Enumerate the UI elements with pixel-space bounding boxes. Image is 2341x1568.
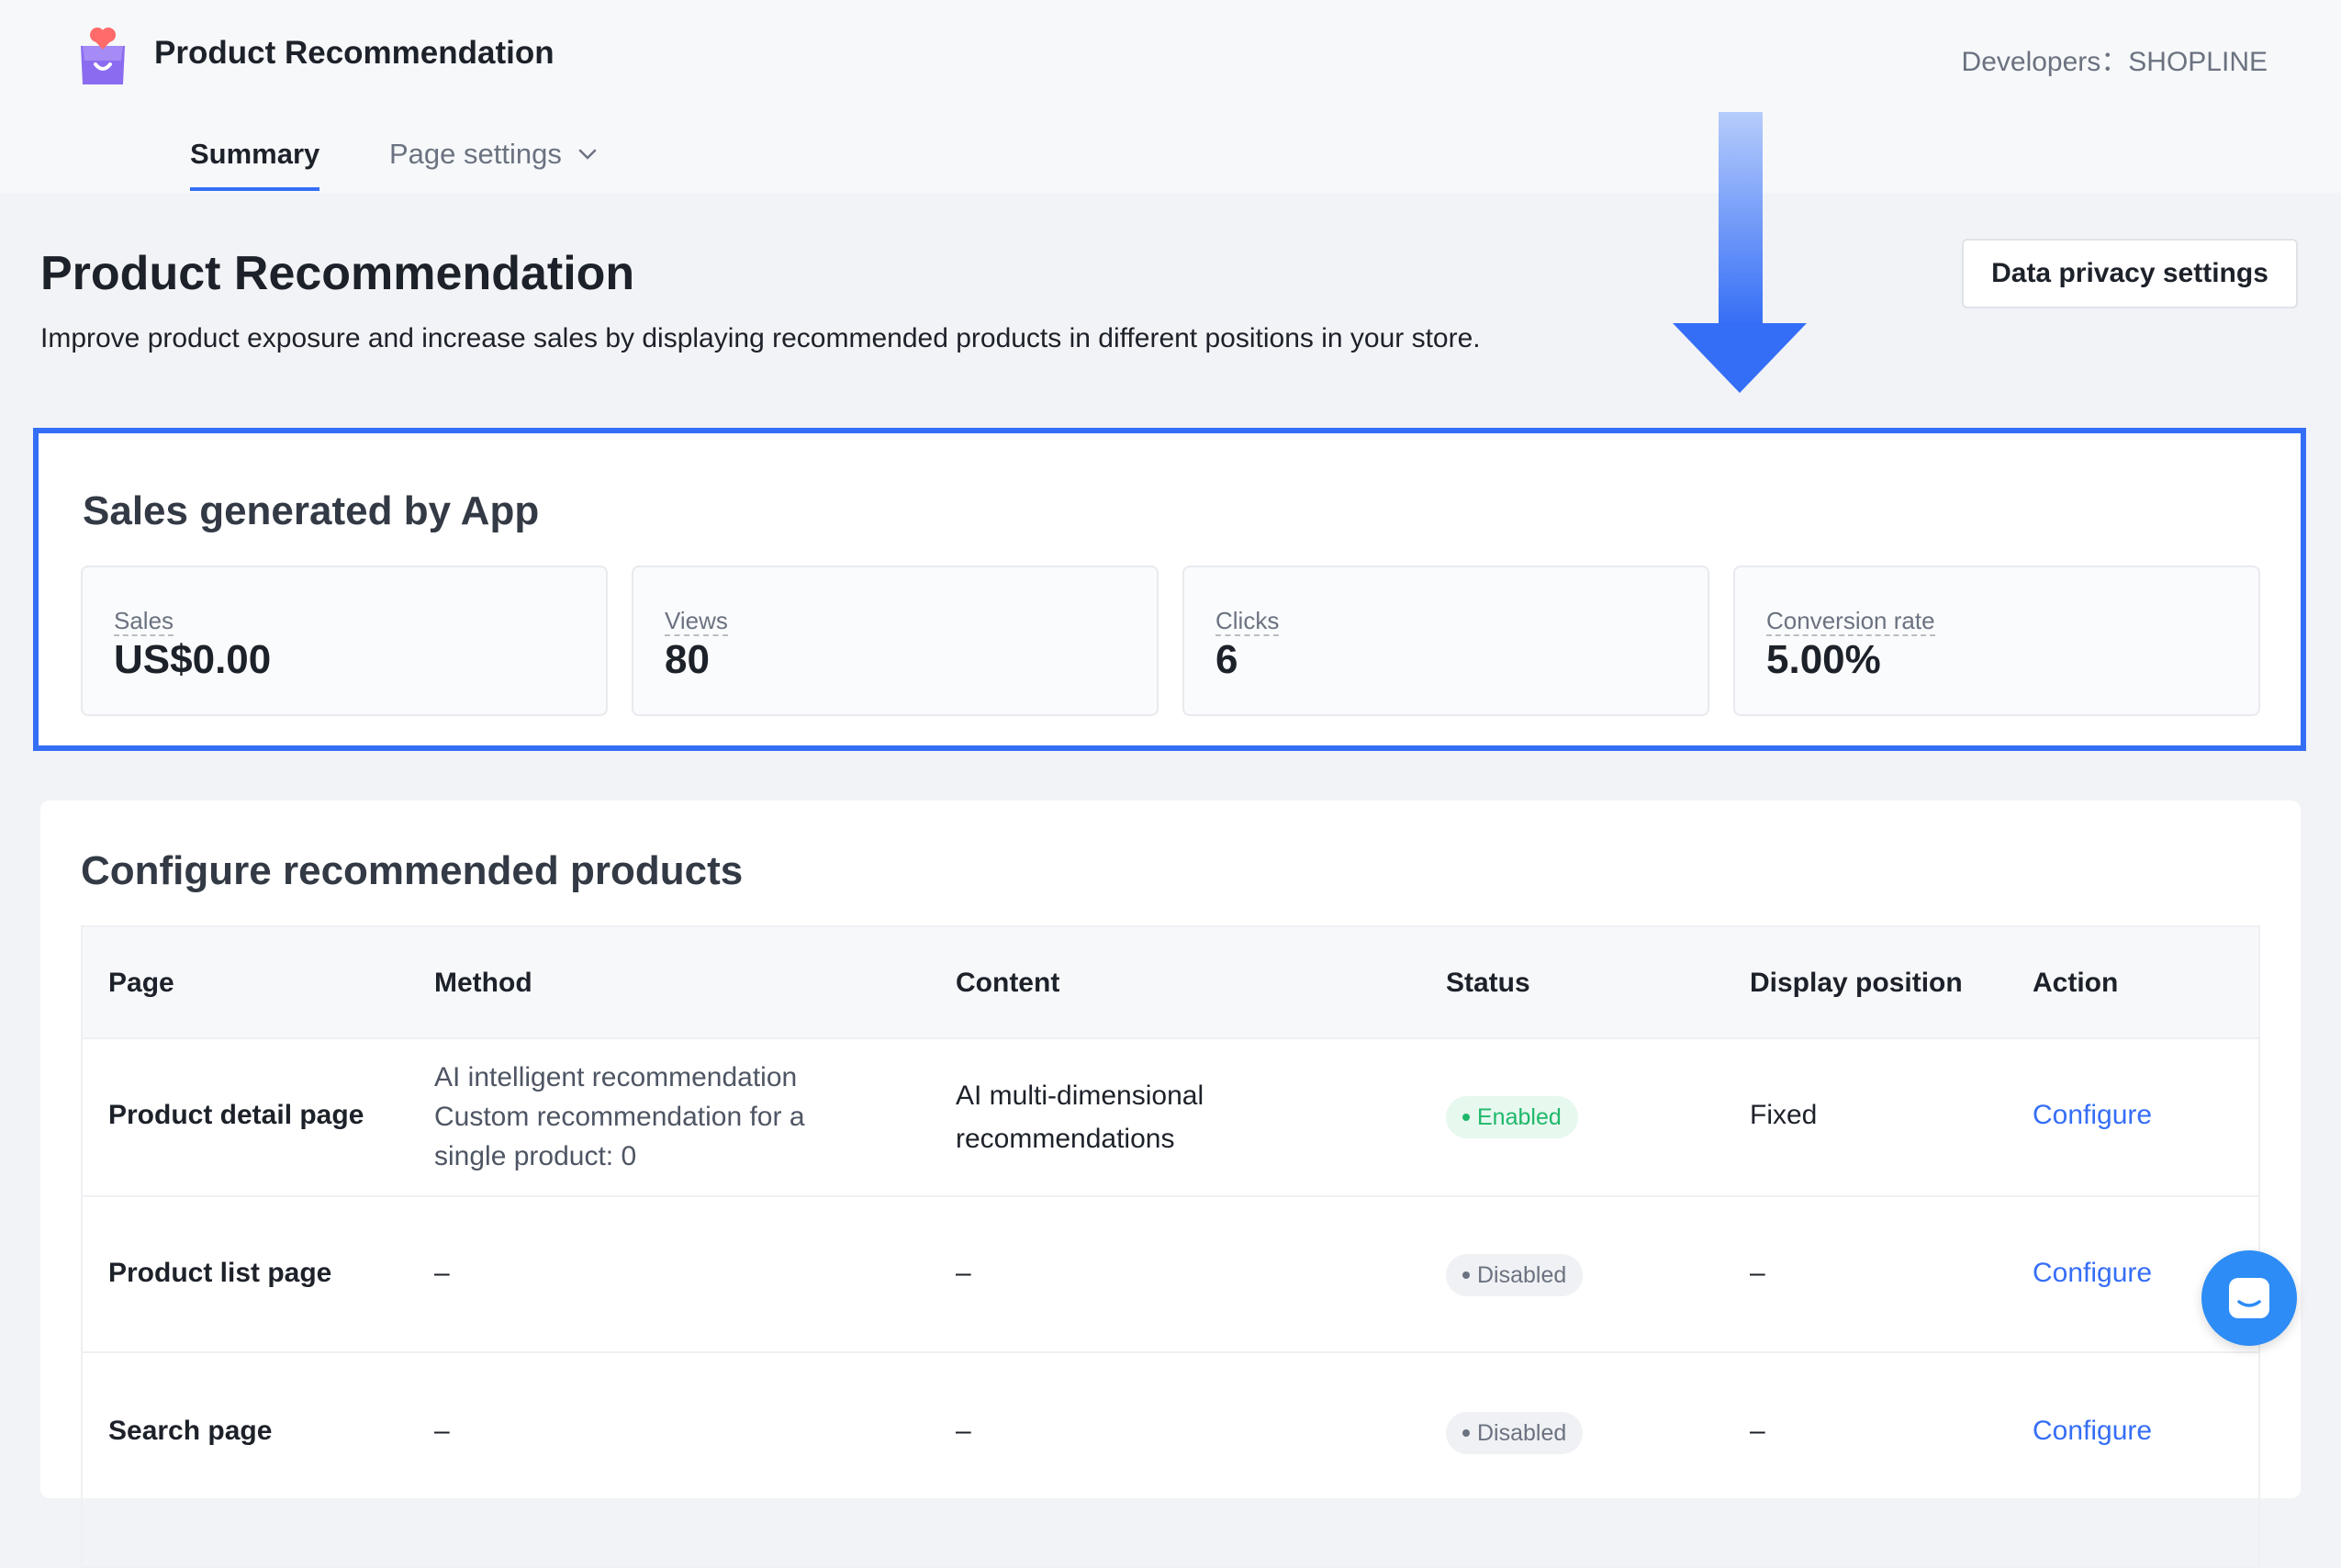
stat-value: 80 bbox=[665, 637, 710, 682]
configure-link[interactable]: Configure bbox=[2033, 1100, 2152, 1131]
chat-support-button[interactable] bbox=[2201, 1250, 2297, 1346]
row-content: – bbox=[956, 1416, 971, 1446]
table-header: Page Method Content Status Display posit… bbox=[83, 927, 2258, 1039]
column-header: Page bbox=[108, 968, 174, 998]
row-method: AI intelligent recommendation Custom rec… bbox=[434, 1058, 805, 1176]
down-arrow-annotation bbox=[1673, 112, 1807, 393]
stat-card-conversion-rate: Conversion rate 5.00% bbox=[1733, 566, 2260, 716]
row-display-position: Fixed bbox=[1750, 1100, 1818, 1130]
table-row: Product detail page AI intelligent recom… bbox=[83, 1037, 2258, 1197]
method-line: Custom recommendation for a bbox=[434, 1102, 805, 1132]
content-line: AI multi-dimensional bbox=[956, 1081, 1204, 1111]
column-header: Method bbox=[434, 968, 532, 998]
row-page: Product list page bbox=[108, 1258, 332, 1288]
chevron-down-icon bbox=[578, 149, 597, 160]
status-dot-icon bbox=[1462, 1271, 1470, 1279]
stat-label[interactable]: Conversion rate bbox=[1766, 608, 1935, 636]
tab-summary[interactable]: Summary bbox=[190, 138, 320, 191]
status-text: Disabled bbox=[1477, 1419, 1567, 1446]
app-title: Product Recommendation bbox=[154, 35, 554, 71]
page-description: Improve product exposure and increase sa… bbox=[40, 323, 1481, 353]
row-display-position: – bbox=[1750, 1416, 1765, 1446]
row-page: Product detail page bbox=[108, 1100, 364, 1130]
tab-bar: Summary Page settings bbox=[0, 114, 2341, 193]
status-badge: Disabled bbox=[1446, 1254, 1584, 1296]
stat-label[interactable]: Views bbox=[665, 608, 728, 636]
shopping-bag-icon bbox=[81, 28, 125, 84]
column-header: Content bbox=[956, 968, 1060, 998]
row-content: AI multi-dimensional recommendations bbox=[956, 1074, 1204, 1160]
recommendation-table: Page Method Content Status Display posit… bbox=[81, 925, 2260, 1568]
column-header: Status bbox=[1446, 968, 1530, 998]
page-title: Product Recommendation bbox=[40, 247, 635, 300]
method-line: AI intelligent recommendation bbox=[434, 1062, 798, 1092]
stat-label[interactable]: Sales bbox=[114, 608, 174, 636]
content-line: recommendations bbox=[956, 1124, 1175, 1154]
configure-section-title: Configure recommended products bbox=[81, 848, 744, 893]
status-badge: Disabled bbox=[1446, 1412, 1584, 1454]
column-header: Display position bbox=[1750, 968, 1963, 998]
tab-page-settings[interactable]: Page settings bbox=[389, 138, 599, 171]
stat-card-views: Views 80 bbox=[632, 566, 1159, 716]
row-display-position: – bbox=[1750, 1258, 1765, 1288]
row-method: – bbox=[434, 1416, 450, 1446]
tab-page-settings-label: Page settings bbox=[389, 138, 562, 170]
configure-link[interactable]: Configure bbox=[2033, 1258, 2152, 1289]
status-dot-icon bbox=[1462, 1429, 1470, 1437]
top-bar: Product Recommendation Developers：SHOPLI… bbox=[0, 0, 2341, 115]
stat-value: US$0.00 bbox=[114, 637, 272, 682]
stat-card-sales: Sales US$0.00 bbox=[81, 566, 608, 716]
data-privacy-settings-button[interactable]: Data privacy settings bbox=[1962, 239, 2298, 308]
row-page: Search page bbox=[108, 1416, 273, 1446]
stat-label[interactable]: Clicks bbox=[1215, 608, 1280, 636]
status-dot-icon bbox=[1462, 1114, 1470, 1121]
configure-section: Configure recommended products Page Meth… bbox=[40, 801, 2301, 1568]
stat-card-clicks: Clicks 6 bbox=[1182, 566, 1709, 716]
status-text: Disabled bbox=[1477, 1261, 1567, 1288]
table-row: Product list page – – Disabled – Configu… bbox=[83, 1195, 2258, 1353]
configure-link[interactable]: Configure bbox=[2033, 1416, 2152, 1447]
row-content: – bbox=[956, 1258, 971, 1288]
sales-section-title: Sales generated by App bbox=[83, 488, 540, 533]
stat-value: 6 bbox=[1215, 637, 1238, 682]
chat-icon bbox=[2229, 1278, 2269, 1318]
status-badge: Enabled bbox=[1446, 1096, 1578, 1138]
column-header: Action bbox=[2033, 968, 2119, 998]
status-text: Enabled bbox=[1477, 1103, 1562, 1130]
sales-summary-section: Sales generated by App Sales US$0.00 Vie… bbox=[33, 428, 2306, 751]
table-row: Search page – – Disabled – Configure bbox=[83, 1351, 2258, 1507]
developer-label: Developers：SHOPLINE bbox=[1961, 47, 2268, 77]
method-line: single product: 0 bbox=[434, 1141, 637, 1171]
row-method: – bbox=[434, 1258, 450, 1288]
stat-value: 5.00% bbox=[1766, 637, 1881, 682]
